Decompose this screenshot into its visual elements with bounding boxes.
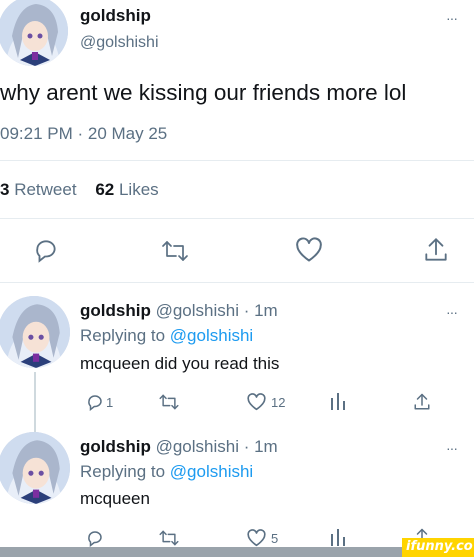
share-icon[interactable] <box>413 392 431 412</box>
tweet-timestamp[interactable]: 09:21 PM · 20 May 25 <box>0 124 167 144</box>
reply-header: goldship @golshishi · 1m <box>80 437 278 457</box>
avatar[interactable] <box>0 0 68 66</box>
more-icon[interactable]: ··· <box>446 10 458 26</box>
divider <box>0 160 474 161</box>
thread-line <box>34 372 36 432</box>
reply-icon[interactable] <box>86 529 104 547</box>
reply-icon[interactable] <box>33 237 59 263</box>
like-icon[interactable] <box>295 237 323 263</box>
reply-count: 1 <box>106 395 114 410</box>
reply-text: mcqueen did you read this <box>80 354 280 373</box>
analytics-icon[interactable] <box>330 528 346 546</box>
reply-handle-time[interactable]: @golshishi · 1m <box>156 437 278 456</box>
retweet-icon[interactable] <box>160 238 190 264</box>
reply-display-name[interactable]: goldship <box>80 301 151 320</box>
tweet-handle[interactable]: @golshishi <box>80 34 159 52</box>
retweet-icon[interactable] <box>158 529 180 547</box>
reply-text: mcqueen <box>80 489 150 508</box>
reply-handle-time[interactable]: @golshishi · 1m <box>156 301 278 320</box>
likes-label[interactable]: Likes <box>119 180 159 199</box>
reply-icon[interactable] <box>86 393 104 411</box>
replying-to-link[interactable]: @golshishi <box>170 462 253 481</box>
divider <box>0 282 474 283</box>
replying-to-link[interactable]: @golshishi <box>170 326 253 345</box>
replying-to-line: Replying to @golshishi <box>80 462 253 482</box>
tweet-text: why arent we kissing our friends more lo… <box>0 80 407 105</box>
avatar[interactable] <box>0 432 70 504</box>
engagement-stats: 3 Retweet 62 Likes <box>0 180 159 200</box>
replying-to-line: Replying to @golshishi <box>80 326 253 346</box>
share-icon[interactable] <box>423 236 449 264</box>
reply-header: goldship @golshishi · 1m <box>80 301 278 321</box>
tweet-display-name[interactable]: goldship <box>80 6 151 26</box>
replying-prefix: Replying to <box>80 462 166 481</box>
like-icon[interactable] <box>246 529 267 547</box>
replying-prefix: Replying to <box>80 326 166 345</box>
more-icon[interactable]: ··· <box>446 304 458 320</box>
retweets-count[interactable]: 3 <box>0 180 9 199</box>
more-icon[interactable]: ··· <box>446 440 458 456</box>
like-icon[interactable] <box>246 393 267 411</box>
watermark: ifunny.co <box>402 538 474 557</box>
likes-count[interactable]: 62 <box>95 180 114 199</box>
retweets-label[interactable]: Retweet <box>14 180 76 199</box>
like-count: 12 <box>271 395 286 410</box>
avatar[interactable] <box>0 296 70 368</box>
divider <box>0 218 474 219</box>
reply-display-name[interactable]: goldship <box>80 437 151 456</box>
analytics-icon[interactable] <box>330 392 346 410</box>
like-count: 5 <box>271 531 279 546</box>
retweet-icon[interactable] <box>158 393 180 411</box>
